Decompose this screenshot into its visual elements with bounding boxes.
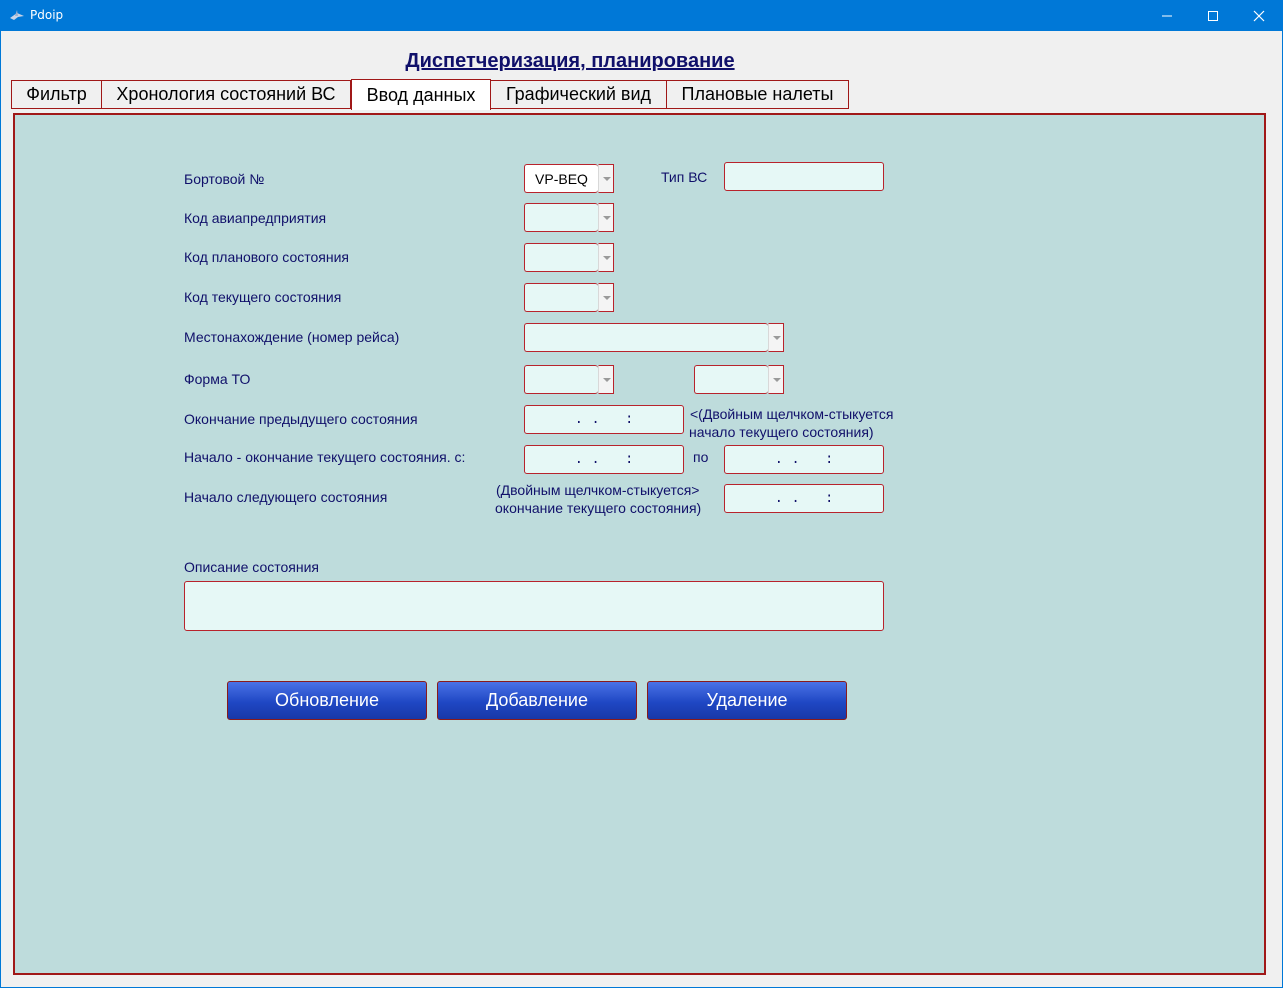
- description-field[interactable]: [184, 581, 884, 631]
- current-state-code-combo[interactable]: [524, 283, 598, 312]
- page-title: Диспетчеризация, планирование: [405, 50, 735, 72]
- minimize-button[interactable]: [1144, 0, 1190, 31]
- window-title: Pdoip: [30, 8, 64, 22]
- add-button[interactable]: Добавление: [437, 681, 637, 720]
- tab-planned-hours[interactable]: Плановые налеты: [666, 80, 849, 109]
- prev-state-end-hint-2: начало текущего состояния): [689, 424, 874, 440]
- maintenance-form-combo-1[interactable]: [524, 365, 598, 394]
- next-state-start-hint-1: (Двойным щелчком-стыкуется>: [496, 482, 700, 498]
- current-state-start-field[interactable]: . . :: [524, 445, 684, 474]
- location-label: Местонахождение (номер рейса): [184, 329, 400, 345]
- maximize-button[interactable]: [1190, 0, 1236, 31]
- aircraft-type-label: Тип ВС: [661, 169, 708, 185]
- current-state-range-label: Начало - окончание текущего состояния. с…: [184, 449, 466, 465]
- next-state-start-label: Начало следующего состояния: [184, 489, 388, 505]
- next-state-start-mask: . . :: [774, 490, 834, 507]
- board-number-label: Бортовой №: [184, 171, 265, 187]
- maximize-icon: [1208, 11, 1218, 21]
- minimize-icon: [1162, 15, 1172, 17]
- maintenance-form-combo-2[interactable]: [694, 365, 768, 394]
- tab-state-history[interactable]: Хронология состояний ВС: [101, 80, 351, 109]
- description-label: Описание состояния: [184, 559, 320, 575]
- airline-code-combo[interactable]: [524, 203, 598, 232]
- planned-state-code-dropdown-button[interactable]: [598, 243, 614, 272]
- planned-state-code-combo[interactable]: [524, 243, 598, 272]
- prev-state-end-field[interactable]: . . :: [524, 405, 684, 434]
- tab-data-entry[interactable]: Ввод данных: [351, 79, 491, 110]
- airline-code-dropdown-button[interactable]: [598, 203, 614, 232]
- prev-state-end-label: Окончание предыдущего состояния: [184, 411, 418, 427]
- prev-state-end-hint-1: <(Двойным щелчком-стыкуется: [690, 406, 894, 422]
- maintenance-form-label: Форма ТО: [184, 371, 251, 387]
- close-icon: [1253, 10, 1265, 22]
- window-titlebar: Pdoip: [0, 0, 1283, 31]
- app-icon: [10, 10, 24, 20]
- aircraft-type-field[interactable]: [724, 162, 884, 191]
- current-state-start-mask: . . :: [574, 451, 634, 468]
- tab-filter[interactable]: Фильтр: [11, 80, 102, 109]
- maintenance-form-dropdown-button-2[interactable]: [768, 365, 784, 394]
- current-state-end-mask: . . :: [774, 451, 834, 468]
- location-dropdown-button[interactable]: [768, 323, 784, 352]
- maintenance-form-dropdown-button-1[interactable]: [598, 365, 614, 394]
- board-number-dropdown-button[interactable]: [598, 164, 614, 193]
- current-state-end-field[interactable]: . . :: [724, 445, 884, 474]
- close-button[interactable]: [1236, 0, 1282, 31]
- airline-code-label: Код авиапредприятия: [184, 210, 327, 226]
- data-entry-panel: [13, 113, 1266, 975]
- update-button[interactable]: Обновление: [227, 681, 427, 720]
- next-state-start-field[interactable]: . . :: [724, 484, 884, 513]
- prev-state-end-mask: . . :: [574, 411, 634, 428]
- board-number-combo[interactable]: VP-BEQ: [524, 164, 598, 193]
- next-state-start-hint-2: окончание текущего состояния): [495, 500, 702, 516]
- tab-graphic-view[interactable]: Графический вид: [490, 80, 667, 109]
- delete-button[interactable]: Удаление: [647, 681, 847, 720]
- planned-state-code-label: Код планового состояния: [184, 249, 349, 265]
- location-combo[interactable]: [524, 323, 768, 352]
- current-state-code-dropdown-button[interactable]: [598, 283, 614, 312]
- current-state-code-label: Код текущего состояния: [184, 289, 342, 305]
- current-state-to-label: по: [693, 449, 709, 465]
